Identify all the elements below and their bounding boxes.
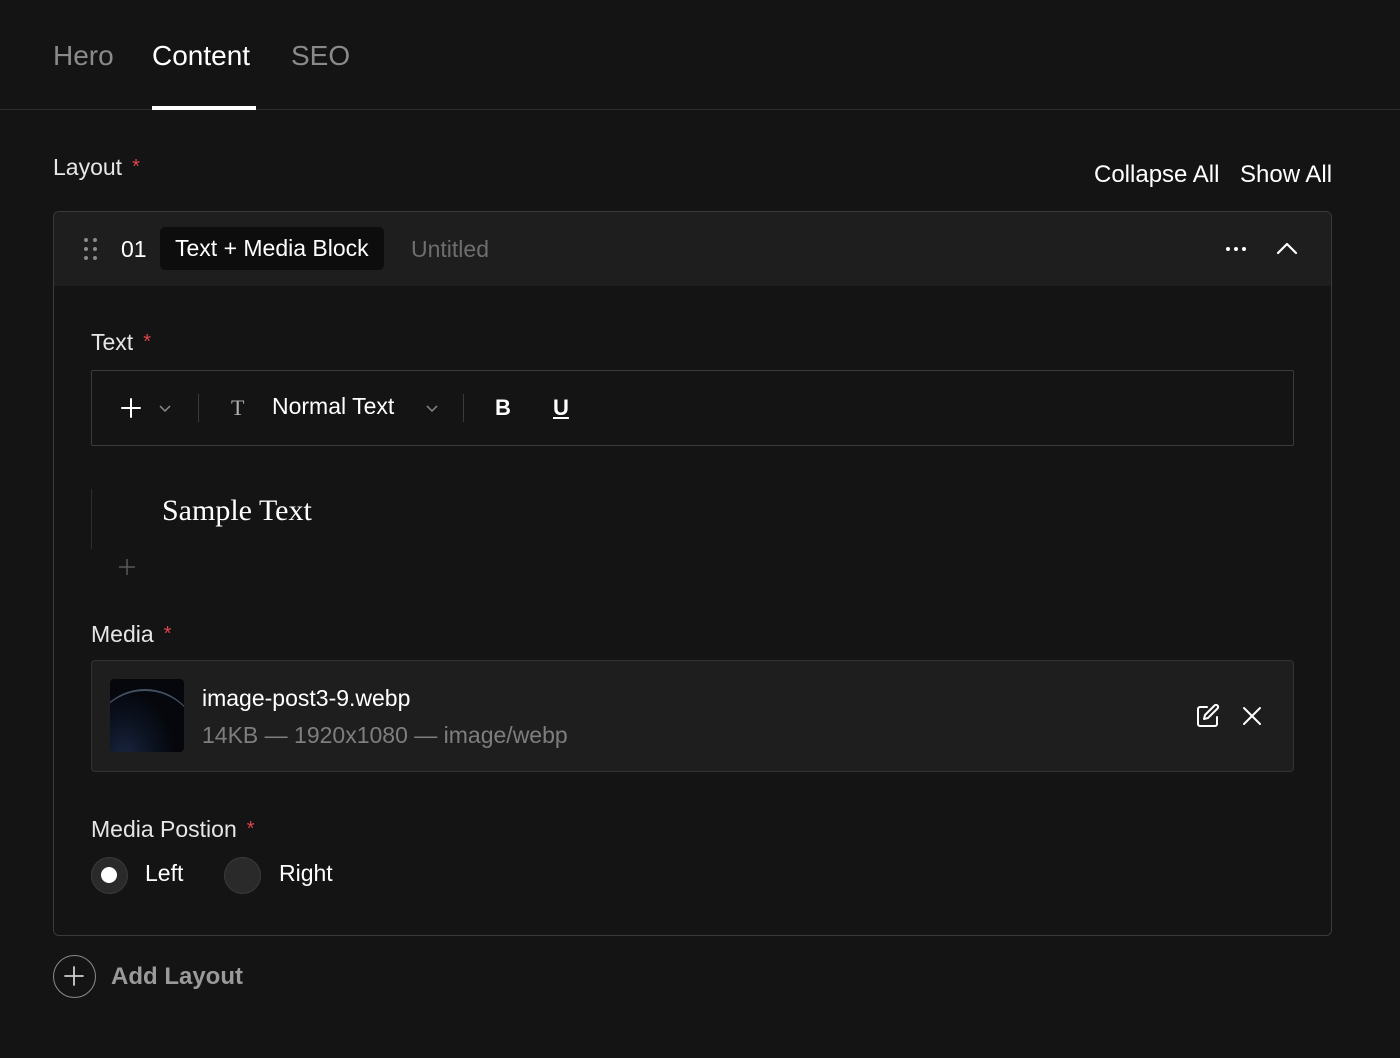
tab-hero[interactable]: Hero xyxy=(53,36,114,76)
editor-paragraph[interactable]: Sample Text xyxy=(162,494,312,528)
add-block-plus-icon[interactable] xyxy=(118,558,136,576)
layout-label: Layout * xyxy=(53,152,140,182)
rich-text-toolbar: T Normal Text B U xyxy=(91,370,1294,446)
text-style-select[interactable]: Normal Text xyxy=(272,393,394,420)
block-number: 01 xyxy=(121,236,147,262)
active-tab-indicator xyxy=(152,106,256,110)
underline-button[interactable]: U xyxy=(553,395,569,421)
rich-text-editor[interactable]: Sample Text xyxy=(91,489,1294,549)
media-file-meta: 14KB — 1920x1080 — image/webp xyxy=(202,722,568,748)
show-all-button[interactable]: Show All xyxy=(1240,159,1332,191)
insert-plus-icon[interactable] xyxy=(120,397,142,419)
block-type-badge: Text + Media Block xyxy=(160,227,384,270)
block-title: Untitled xyxy=(411,236,489,262)
radio-left[interactable] xyxy=(91,857,128,894)
layout-block: 01 Text + Media Block Untitled Text * T N… xyxy=(53,211,1332,936)
tab-bar: Hero Content SEO xyxy=(0,0,1400,110)
insert-chevron-down-icon[interactable] xyxy=(158,401,172,415)
bold-button[interactable]: B xyxy=(495,395,511,421)
collapse-all-button[interactable]: Collapse All xyxy=(1094,159,1219,191)
edit-icon[interactable] xyxy=(1194,702,1222,730)
layout-label-text: Layout xyxy=(53,154,123,180)
tab-seo[interactable]: SEO xyxy=(291,36,350,76)
add-circle-icon xyxy=(53,955,96,998)
text-field-label: Text * xyxy=(91,327,151,357)
drag-handle-icon[interactable] xyxy=(84,238,98,260)
required-marker: * xyxy=(163,623,172,645)
close-icon[interactable] xyxy=(1240,704,1264,728)
media-file-name: image-post3-9.webp xyxy=(202,685,411,711)
media-field-label-text: Media xyxy=(91,621,154,647)
add-layout-label: Add Layout xyxy=(111,963,243,990)
media-thumbnail xyxy=(110,679,184,752)
text-style-icon: T xyxy=(231,395,245,420)
block-header[interactable]: 01 Text + Media Block Untitled xyxy=(54,212,1331,286)
radio-right[interactable] xyxy=(224,857,261,894)
toolbar-divider xyxy=(463,394,464,422)
media-position-label-text: Media Postion xyxy=(91,816,237,842)
toolbar-divider xyxy=(198,394,199,422)
required-marker: * xyxy=(132,156,140,178)
required-marker: * xyxy=(246,818,255,840)
tab-content[interactable]: Content xyxy=(152,36,250,76)
media-item: image-post3-9.webp 14KB — 1920x1080 — im… xyxy=(91,660,1294,772)
media-field-label: Media * xyxy=(91,619,171,649)
media-position-label: Media Postion * xyxy=(91,814,255,844)
radio-left-label[interactable]: Left xyxy=(145,860,183,887)
chevron-down-icon[interactable] xyxy=(425,401,439,415)
more-options-icon[interactable] xyxy=(1219,234,1253,264)
text-field-label-text: Text xyxy=(91,329,134,355)
chevron-up-icon[interactable] xyxy=(1272,234,1302,264)
radio-right-label[interactable]: Right xyxy=(279,860,333,887)
required-marker: * xyxy=(143,331,151,353)
